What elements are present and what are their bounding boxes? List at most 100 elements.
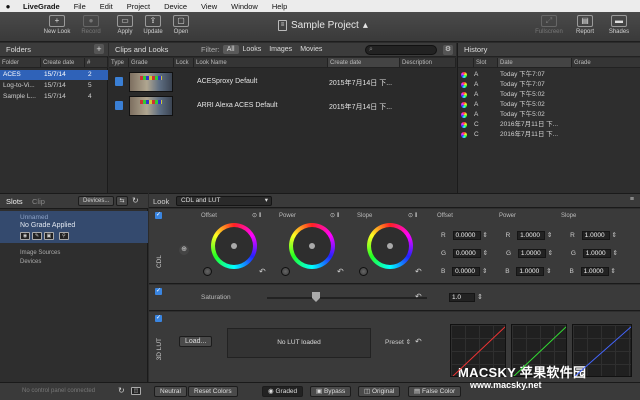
power-r-field[interactable]: 1.0000	[517, 231, 546, 240]
col-create-date[interactable]: Create date	[328, 58, 400, 67]
menu-help[interactable]: Help	[265, 2, 294, 11]
zoom-icon[interactable]: ⊕	[179, 245, 189, 255]
filter-looks[interactable]: Looks	[239, 45, 266, 54]
history-row[interactable]: A Today 下午5:02	[458, 90, 640, 100]
menu-edit[interactable]: Edit	[93, 2, 120, 11]
saturation-enable-checkbox[interactable]: ✓	[155, 288, 162, 295]
col-slot[interactable]: Slot	[474, 58, 498, 67]
tab-clip[interactable]: Clip	[32, 197, 45, 206]
view-icon[interactable]: ◉	[20, 232, 30, 240]
wheel-mode-icon[interactable]: ⊙ ⦀	[408, 212, 417, 220]
history-row[interactable]: A Today 下午5:02	[458, 110, 640, 120]
link-icon[interactable]: ⇆	[116, 196, 128, 206]
fullscreen-button[interactable]: ⤢ Fullscreen	[534, 15, 564, 35]
slot-card[interactable]: Unnamed No Grade Applied ◉ ✎ ▣ ⚲	[0, 211, 148, 243]
saturation-slider[interactable]	[267, 297, 427, 299]
clip-row[interactable]: ACESproxy Default 2015年7月14日 下...	[109, 71, 456, 93]
graded-button[interactable]: ◉ Graded	[262, 386, 304, 397]
col-date[interactable]: Date	[498, 58, 572, 67]
offset-b-field[interactable]: 0.0000	[452, 267, 481, 276]
preset-select[interactable]: Preset ⇕	[385, 338, 411, 346]
devices-button[interactable]: Devices...	[78, 196, 115, 206]
menu-app[interactable]: LiveGrade	[16, 2, 67, 11]
slope-color-wheel[interactable]	[367, 223, 413, 269]
col-folder[interactable]: Folder	[0, 58, 41, 67]
update-button[interactable]: ⇪ Update	[138, 15, 168, 35]
cdl-enable-checkbox[interactable]: ✓	[155, 212, 162, 219]
snapshot-icon[interactable]: ◫	[131, 387, 141, 395]
apply-button[interactable]: ▭ Apply	[110, 15, 140, 35]
col-look-name[interactable]: Look Name	[194, 58, 328, 67]
record-button[interactable]: ● Record	[76, 15, 106, 35]
reset-icon[interactable]: ↶	[415, 337, 422, 346]
offset-r-field[interactable]: 0.0000	[452, 231, 481, 240]
original-button[interactable]: ◫ Original	[358, 386, 401, 397]
reset-icon[interactable]: ↶	[415, 267, 422, 276]
cdl-icon[interactable]: ▣	[43, 232, 54, 240]
offset-master-knob[interactable]	[203, 267, 212, 276]
col-grade[interactable]: Grade	[129, 58, 174, 67]
filter-all[interactable]: All	[222, 45, 239, 54]
history-row[interactable]: A Today 下午7:07	[458, 80, 640, 90]
offset-g-field[interactable]: 0.0000	[452, 249, 481, 258]
menu-project[interactable]: Project	[120, 2, 157, 11]
saturation-slider-handle[interactable]	[312, 292, 320, 302]
menu-device[interactable]: Device	[157, 2, 194, 11]
history-row[interactable]: C 2016年7月11日 下...	[458, 120, 640, 130]
saturation-field[interactable]: 1.0	[449, 293, 475, 302]
power-b-field[interactable]: 1.0000	[516, 267, 545, 276]
power-color-wheel[interactable]	[289, 223, 335, 269]
lock-icon[interactable]: ⚲	[58, 232, 69, 240]
menu-window[interactable]: Window	[224, 2, 265, 11]
power-master-knob[interactable]	[281, 267, 290, 276]
menu-file[interactable]: File	[67, 2, 93, 11]
load-lut-button[interactable]: Load...	[179, 336, 213, 347]
col-grade[interactable]: Grade	[572, 58, 640, 67]
tab-slots[interactable]: Slots	[6, 197, 23, 206]
shades-button[interactable]: ▬ Shades	[604, 15, 634, 35]
folder-row[interactable]: Sample L... 15/7/14 4	[0, 92, 108, 102]
slope-b-field[interactable]: 1.0000	[580, 267, 609, 276]
open-button[interactable]: ▢ Open	[166, 15, 196, 35]
add-folder-button[interactable]: +	[94, 44, 104, 54]
wheel-mode-icon[interactable]: ⊙ ⦀	[252, 212, 261, 220]
project-title[interactable]: ≡ Sample Project ▴	[278, 20, 368, 31]
slope-r-field[interactable]: 1.0000	[581, 231, 610, 240]
history-row[interactable]: A Today 下午5:02	[458, 100, 640, 110]
refresh-icon[interactable]: ↻	[132, 196, 139, 205]
power-g-field[interactable]: 1.0000	[517, 249, 546, 258]
search-input[interactable]: ⌕	[365, 45, 437, 55]
lut-enable-checkbox[interactable]: ✓	[155, 315, 162, 322]
folder-row[interactable]: ACES 15/7/14 2	[0, 70, 108, 80]
bypass-button[interactable]: ▣ Bypass	[310, 386, 352, 397]
look-mode-select[interactable]: CDL and LUT ▾	[176, 196, 272, 206]
report-button[interactable]: ▤ Report	[570, 15, 600, 35]
history-row[interactable]: A Today 下午7:07	[458, 70, 640, 80]
slope-g-field[interactable]: 1.0000	[582, 249, 611, 258]
false-color-button[interactable]: ▤ False Color	[408, 386, 462, 397]
col-lock[interactable]: Lock	[174, 58, 194, 67]
edit-icon[interactable]: ✎	[31, 232, 42, 240]
col-description[interactable]: Description	[400, 58, 456, 67]
filter-movies[interactable]: Movies	[296, 45, 326, 54]
col-type[interactable]: Type	[109, 58, 129, 67]
folder-row[interactable]: Log-to-Vi... 15/7/14 5	[0, 81, 108, 91]
search-options-button[interactable]: ⚙	[443, 45, 453, 55]
reset-icon[interactable]: ↶	[415, 292, 422, 301]
col-create-date[interactable]: Create date	[41, 58, 85, 67]
reset-icon[interactable]: ↶	[259, 267, 266, 276]
clip-row[interactable]: ARRI Alexa ACES Default 2015年7月14日 下...	[109, 95, 456, 117]
col-count[interactable]: #	[85, 58, 108, 67]
reset-icon[interactable]: ↶	[337, 267, 344, 276]
offset-color-wheel[interactable]	[211, 223, 257, 269]
new-look-button[interactable]: + New Look	[42, 15, 72, 35]
filter-images[interactable]: Images	[265, 45, 296, 54]
neutral-button[interactable]: Neutral	[154, 386, 187, 397]
menu-view[interactable]: View	[194, 2, 224, 11]
refresh-icon[interactable]: ↻	[118, 386, 125, 395]
slope-master-knob[interactable]	[359, 267, 368, 276]
history-row[interactable]: C 2016年7月11日 下...	[458, 130, 640, 140]
reset-colors-button[interactable]: Reset Colors	[188, 386, 238, 397]
apple-icon[interactable]: ●	[0, 2, 16, 11]
panel-menu-icon[interactable]: ≡	[630, 196, 634, 203]
